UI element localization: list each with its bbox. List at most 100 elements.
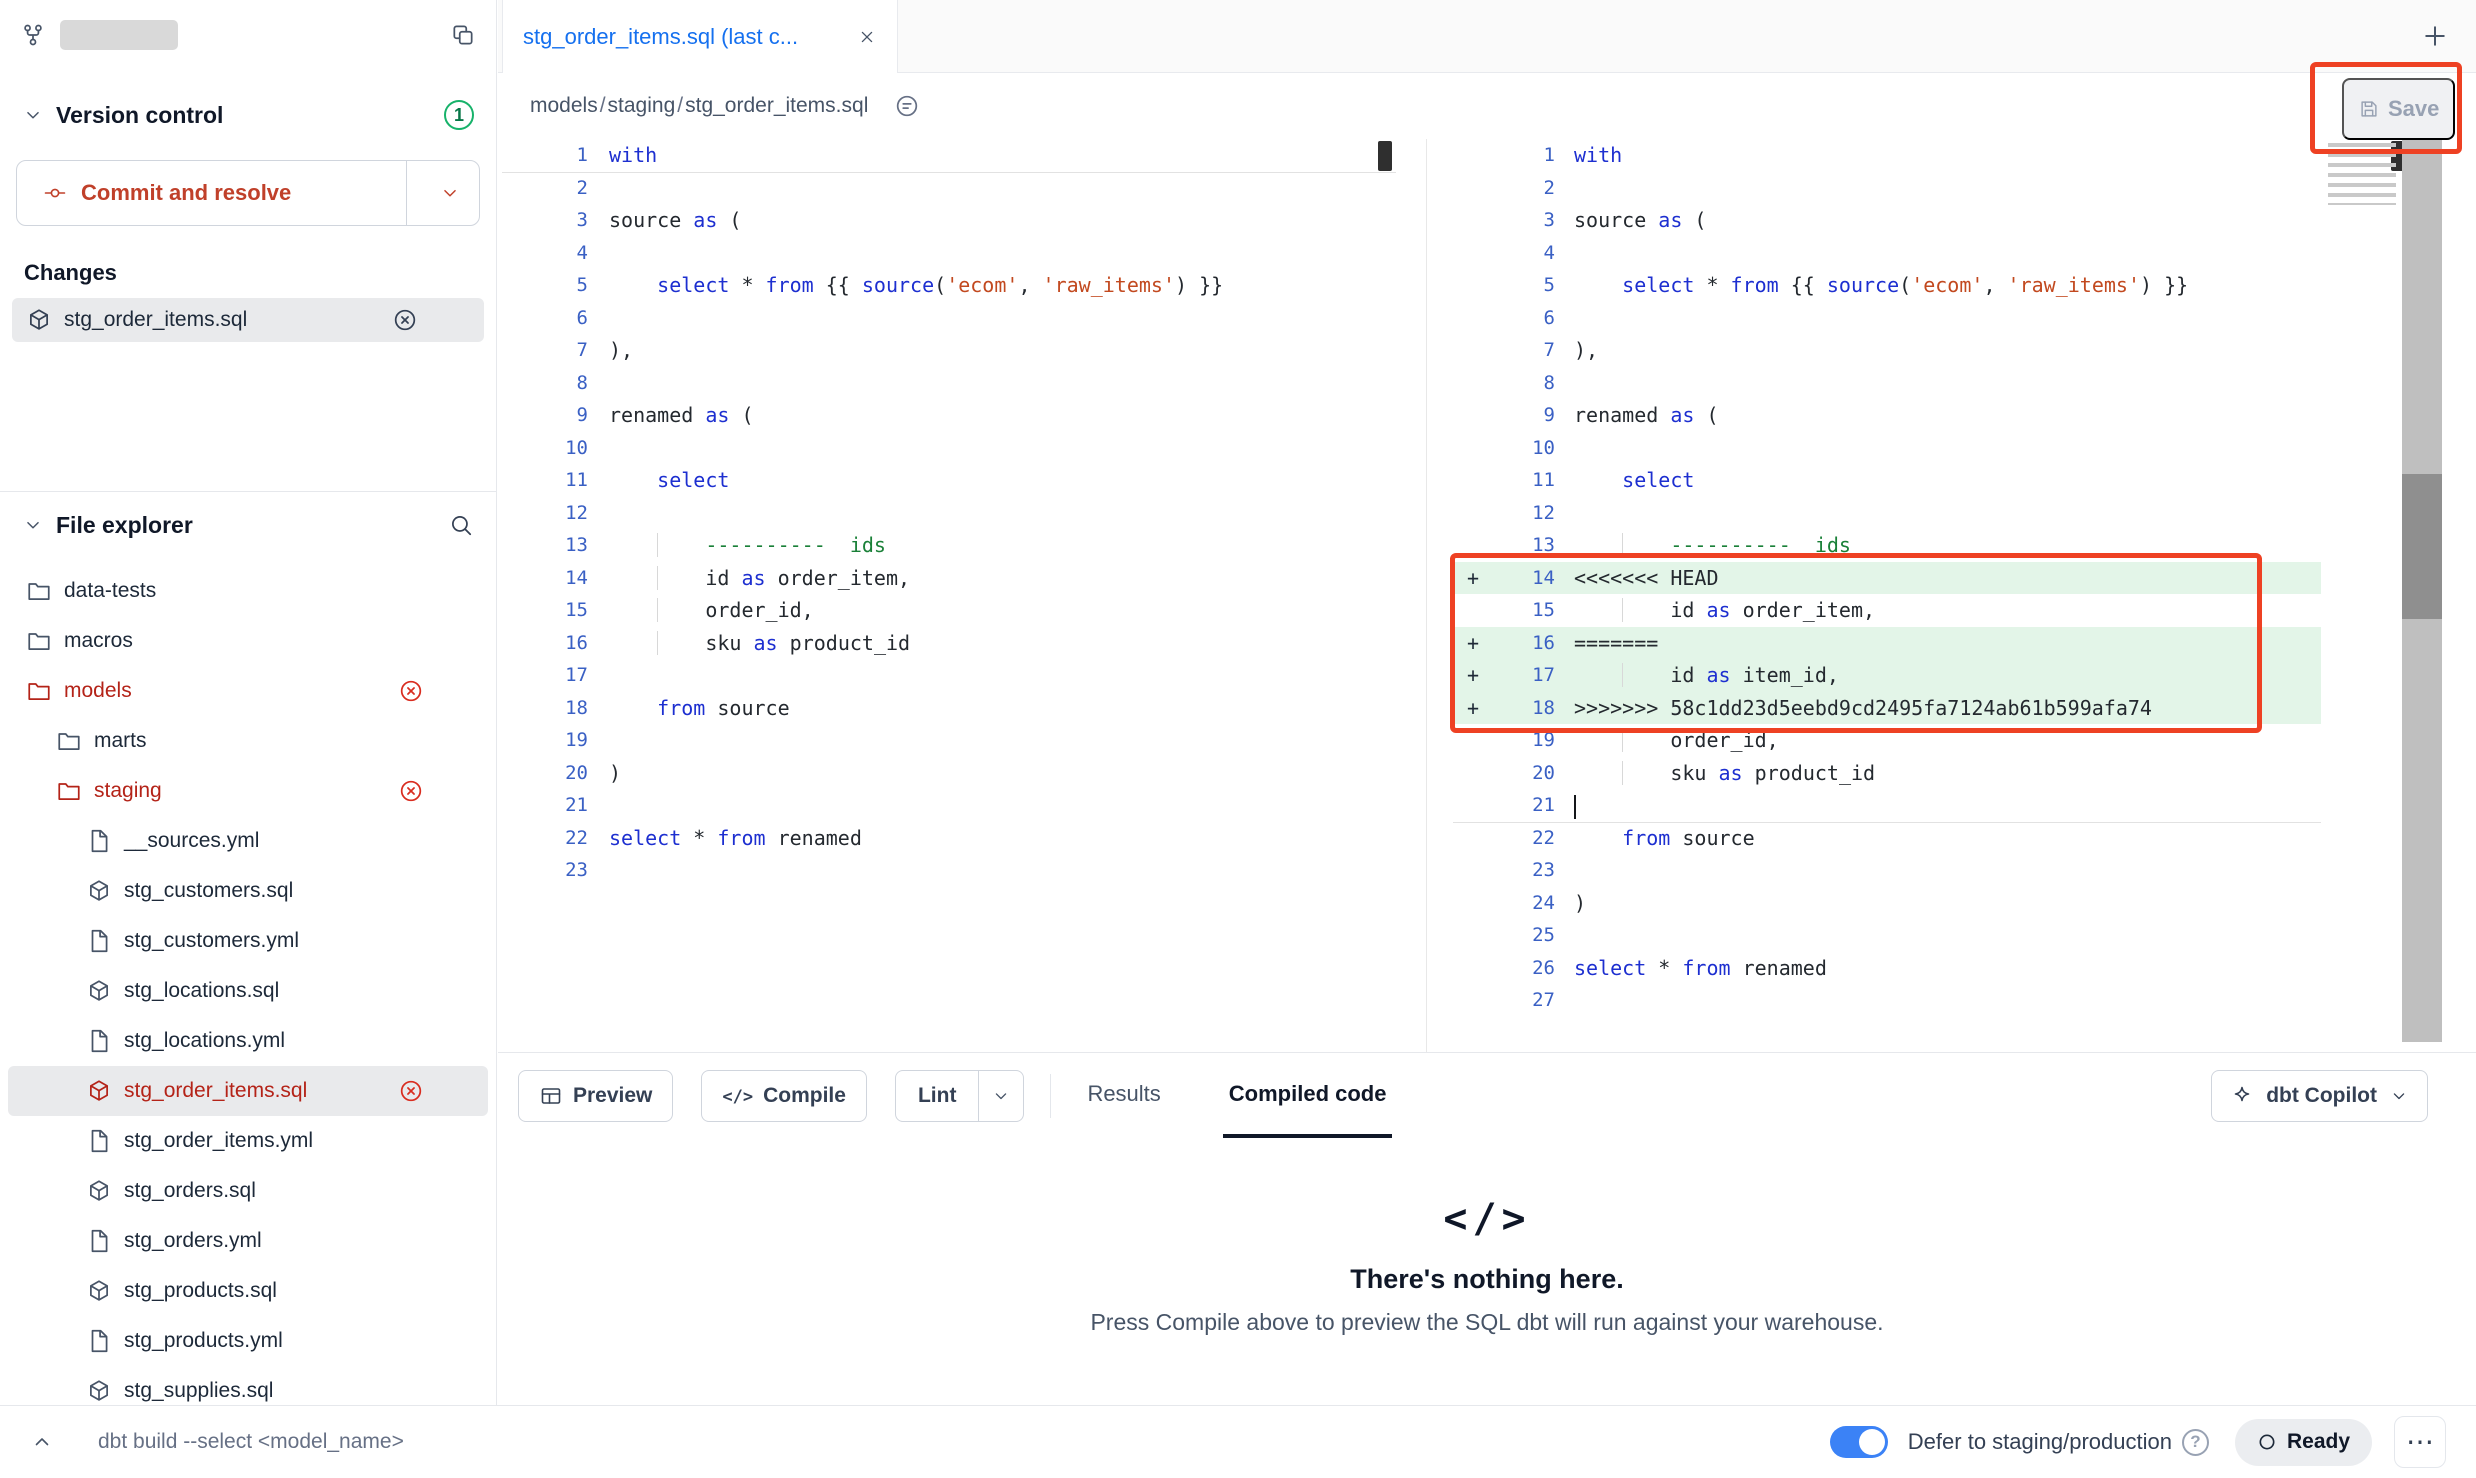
ready-status[interactable]: Ready — [2235, 1419, 2372, 1466]
tree-item-stg_orders.sql[interactable]: stg_orders.sql — [8, 1166, 488, 1216]
code-line-3[interactable]: 3source as ( — [1453, 204, 2321, 237]
tree-item-stg_locations.yml[interactable]: stg_locations.yml — [8, 1016, 488, 1066]
tree-item-__sources.yml[interactable]: __sources.yml — [8, 816, 488, 866]
search-icon[interactable] — [448, 512, 474, 538]
dbt-copilot-button[interactable]: dbt Copilot — [2211, 1070, 2428, 1122]
commit-and-resolve-button[interactable]: Commit and resolve — [16, 160, 480, 226]
code-line-17[interactable]: +17 id as item_id, — [1453, 659, 2321, 692]
tree-item-stg_orders.yml[interactable]: stg_orders.yml — [8, 1216, 488, 1266]
code-line-6[interactable]: 6 — [1453, 302, 2321, 335]
code-line-7[interactable]: 7), — [502, 334, 1396, 367]
tree-item-stg_supplies.sql[interactable]: stg_supplies.sql — [8, 1366, 488, 1405]
tree-item-data-tests[interactable]: data-tests — [8, 566, 488, 616]
breadcrumb-item[interactable]: staging — [608, 94, 676, 117]
tree-item-stg_products.yml[interactable]: stg_products.yml — [8, 1316, 488, 1366]
breadcrumb-item[interactable]: stg_order_items.sql — [685, 94, 868, 117]
git-fork-icon[interactable] — [20, 22, 46, 48]
left-scrollbar-thumb[interactable] — [1378, 141, 1392, 171]
tree-item-macros[interactable]: macros — [8, 616, 488, 666]
code-line-11[interactable]: 11 select — [1453, 464, 2321, 497]
code-line-2[interactable]: 2 — [1453, 172, 2321, 205]
code-line-14[interactable]: +14<<<<<<< HEAD — [1453, 562, 2321, 595]
code-line-20[interactable]: 20 sku as product_id — [1453, 757, 2321, 790]
tree-item-models[interactable]: models — [8, 666, 488, 716]
code-line-14[interactable]: 14 id as order_item, — [502, 562, 1396, 595]
code-line-23[interactable]: 23 — [1453, 854, 2321, 887]
tree-item-stg_products.sql[interactable]: stg_products.sql — [8, 1266, 488, 1316]
copy-icon[interactable] — [450, 22, 476, 48]
tree-item-stg_customers.sql[interactable]: stg_customers.sql — [8, 866, 488, 916]
tree-item-stg_order_items.yml[interactable]: stg_order_items.yml — [8, 1116, 488, 1166]
code-line-15[interactable]: 15 order_id, — [502, 594, 1396, 627]
code-line-12[interactable]: 12 — [1453, 497, 2321, 530]
defer-toggle[interactable] — [1830, 1426, 1888, 1458]
tab-results[interactable]: Results — [1081, 1053, 1166, 1138]
code-line-18[interactable]: +18>>>>>>> 58c1dd23d5eebd9cd2495fa7124ab… — [1453, 692, 2321, 725]
file-config-icon[interactable] — [894, 93, 920, 119]
code-line-7[interactable]: 7), — [1453, 334, 2321, 367]
code-line-22[interactable]: 22 from source — [1453, 822, 2321, 855]
change-item-stg_order_items.sql[interactable]: stg_order_items.sql — [12, 298, 484, 342]
code-line-25[interactable]: 25 — [1453, 919, 2321, 952]
code-line-1[interactable]: 1with — [502, 139, 1396, 172]
code-line-8[interactable]: 8 — [502, 367, 1396, 400]
code-line-11[interactable]: 11 select — [502, 464, 1396, 497]
code-line-27[interactable]: 27 — [1453, 984, 2321, 1017]
code-line-4[interactable]: 4 — [502, 237, 1396, 270]
code-line-22[interactable]: 22select * from renamed — [502, 822, 1396, 855]
chevron-down-icon[interactable] — [22, 514, 44, 536]
code-line-2[interactable]: 2 — [502, 172, 1396, 205]
code-line-4[interactable]: 4 — [1453, 237, 2321, 270]
lint-button[interactable]: Lint — [896, 1071, 978, 1121]
code-line-9[interactable]: 9renamed as ( — [1453, 399, 2321, 432]
tree-item-stg_customers.yml[interactable]: stg_customers.yml — [8, 916, 488, 966]
code-line-13[interactable]: 13 ---------- ids — [502, 529, 1396, 562]
lint-dropdown-button[interactable] — [978, 1071, 1023, 1121]
code-line-10[interactable]: 10 — [1453, 432, 2321, 465]
code-line-17[interactable]: 17 — [502, 659, 1396, 692]
code-line-3[interactable]: 3source as ( — [502, 204, 1396, 237]
tree-item-staging[interactable]: staging — [8, 766, 488, 816]
code-line-1[interactable]: 1with — [1453, 139, 2321, 172]
code-line-12[interactable]: 12 — [502, 497, 1396, 530]
code-line-18[interactable]: 18 from source — [502, 692, 1396, 725]
tree-item-stg_locations.sql[interactable]: stg_locations.sql — [8, 966, 488, 1016]
close-icon[interactable] — [857, 27, 877, 47]
code-line-20[interactable]: 20) — [502, 757, 1396, 790]
save-button[interactable]: Save — [2342, 78, 2455, 140]
code-line-26[interactable]: 26select * from renamed — [1453, 952, 2321, 985]
chevron-down-icon[interactable] — [421, 160, 479, 226]
code-line-9[interactable]: 9renamed as ( — [502, 399, 1396, 432]
code-line-8[interactable]: 8 — [1453, 367, 2321, 400]
code-line-16[interactable]: +16======= — [1453, 627, 2321, 660]
editor-pane-current[interactable]: 1with23source as (45 select * from {{ so… — [1453, 139, 2321, 1052]
editor-scrollbar[interactable] — [2402, 139, 2442, 1042]
preview-button[interactable]: Preview — [518, 1070, 673, 1122]
tab-compiled-code[interactable]: Compiled code — [1223, 1053, 1393, 1138]
code-line-5[interactable]: 5 select * from {{ source('ecom', 'raw_i… — [502, 269, 1396, 302]
code-line-6[interactable]: 6 — [502, 302, 1396, 335]
new-tab-button[interactable] — [2420, 21, 2450, 51]
help-icon[interactable] — [2182, 1429, 2209, 1456]
tree-item-marts[interactable]: marts — [8, 716, 488, 766]
code-line-21[interactable]: 21 — [502, 789, 1396, 822]
code-line-10[interactable]: 10 — [502, 432, 1396, 465]
editor-pane-saved[interactable]: 1with23source as (45 select * from {{ so… — [502, 139, 1396, 1052]
command-input[interactable]: dbt build --select <model_name> — [98, 1430, 404, 1454]
tree-item-stg_order_items.sql[interactable]: stg_order_items.sql — [8, 1066, 488, 1116]
code-line-19[interactable]: 19 — [502, 724, 1396, 757]
code-line-5[interactable]: 5 select * from {{ source('ecom', 'raw_i… — [1453, 269, 2321, 302]
chevron-down-icon[interactable] — [22, 104, 44, 126]
more-options-button[interactable] — [2394, 1416, 2446, 1468]
chevron-up-icon[interactable] — [30, 1430, 54, 1454]
code-line-13[interactable]: 13 ---------- ids — [1453, 529, 2321, 562]
code-line-16[interactable]: 16 sku as product_id — [502, 627, 1396, 660]
code-line-19[interactable]: 19 order_id, — [1453, 724, 2321, 757]
code-line-24[interactable]: 24) — [1453, 887, 2321, 920]
compile-button[interactable]: Compile — [701, 1070, 867, 1122]
breadcrumb-item[interactable]: models — [530, 94, 598, 117]
branch-name-placeholder[interactable] — [60, 20, 178, 50]
scrollbar-thumb[interactable] — [2402, 474, 2442, 619]
code-line-23[interactable]: 23 — [502, 854, 1396, 887]
tab-stg-order-items[interactable]: stg_order_items.sql (last c... — [502, 0, 898, 73]
